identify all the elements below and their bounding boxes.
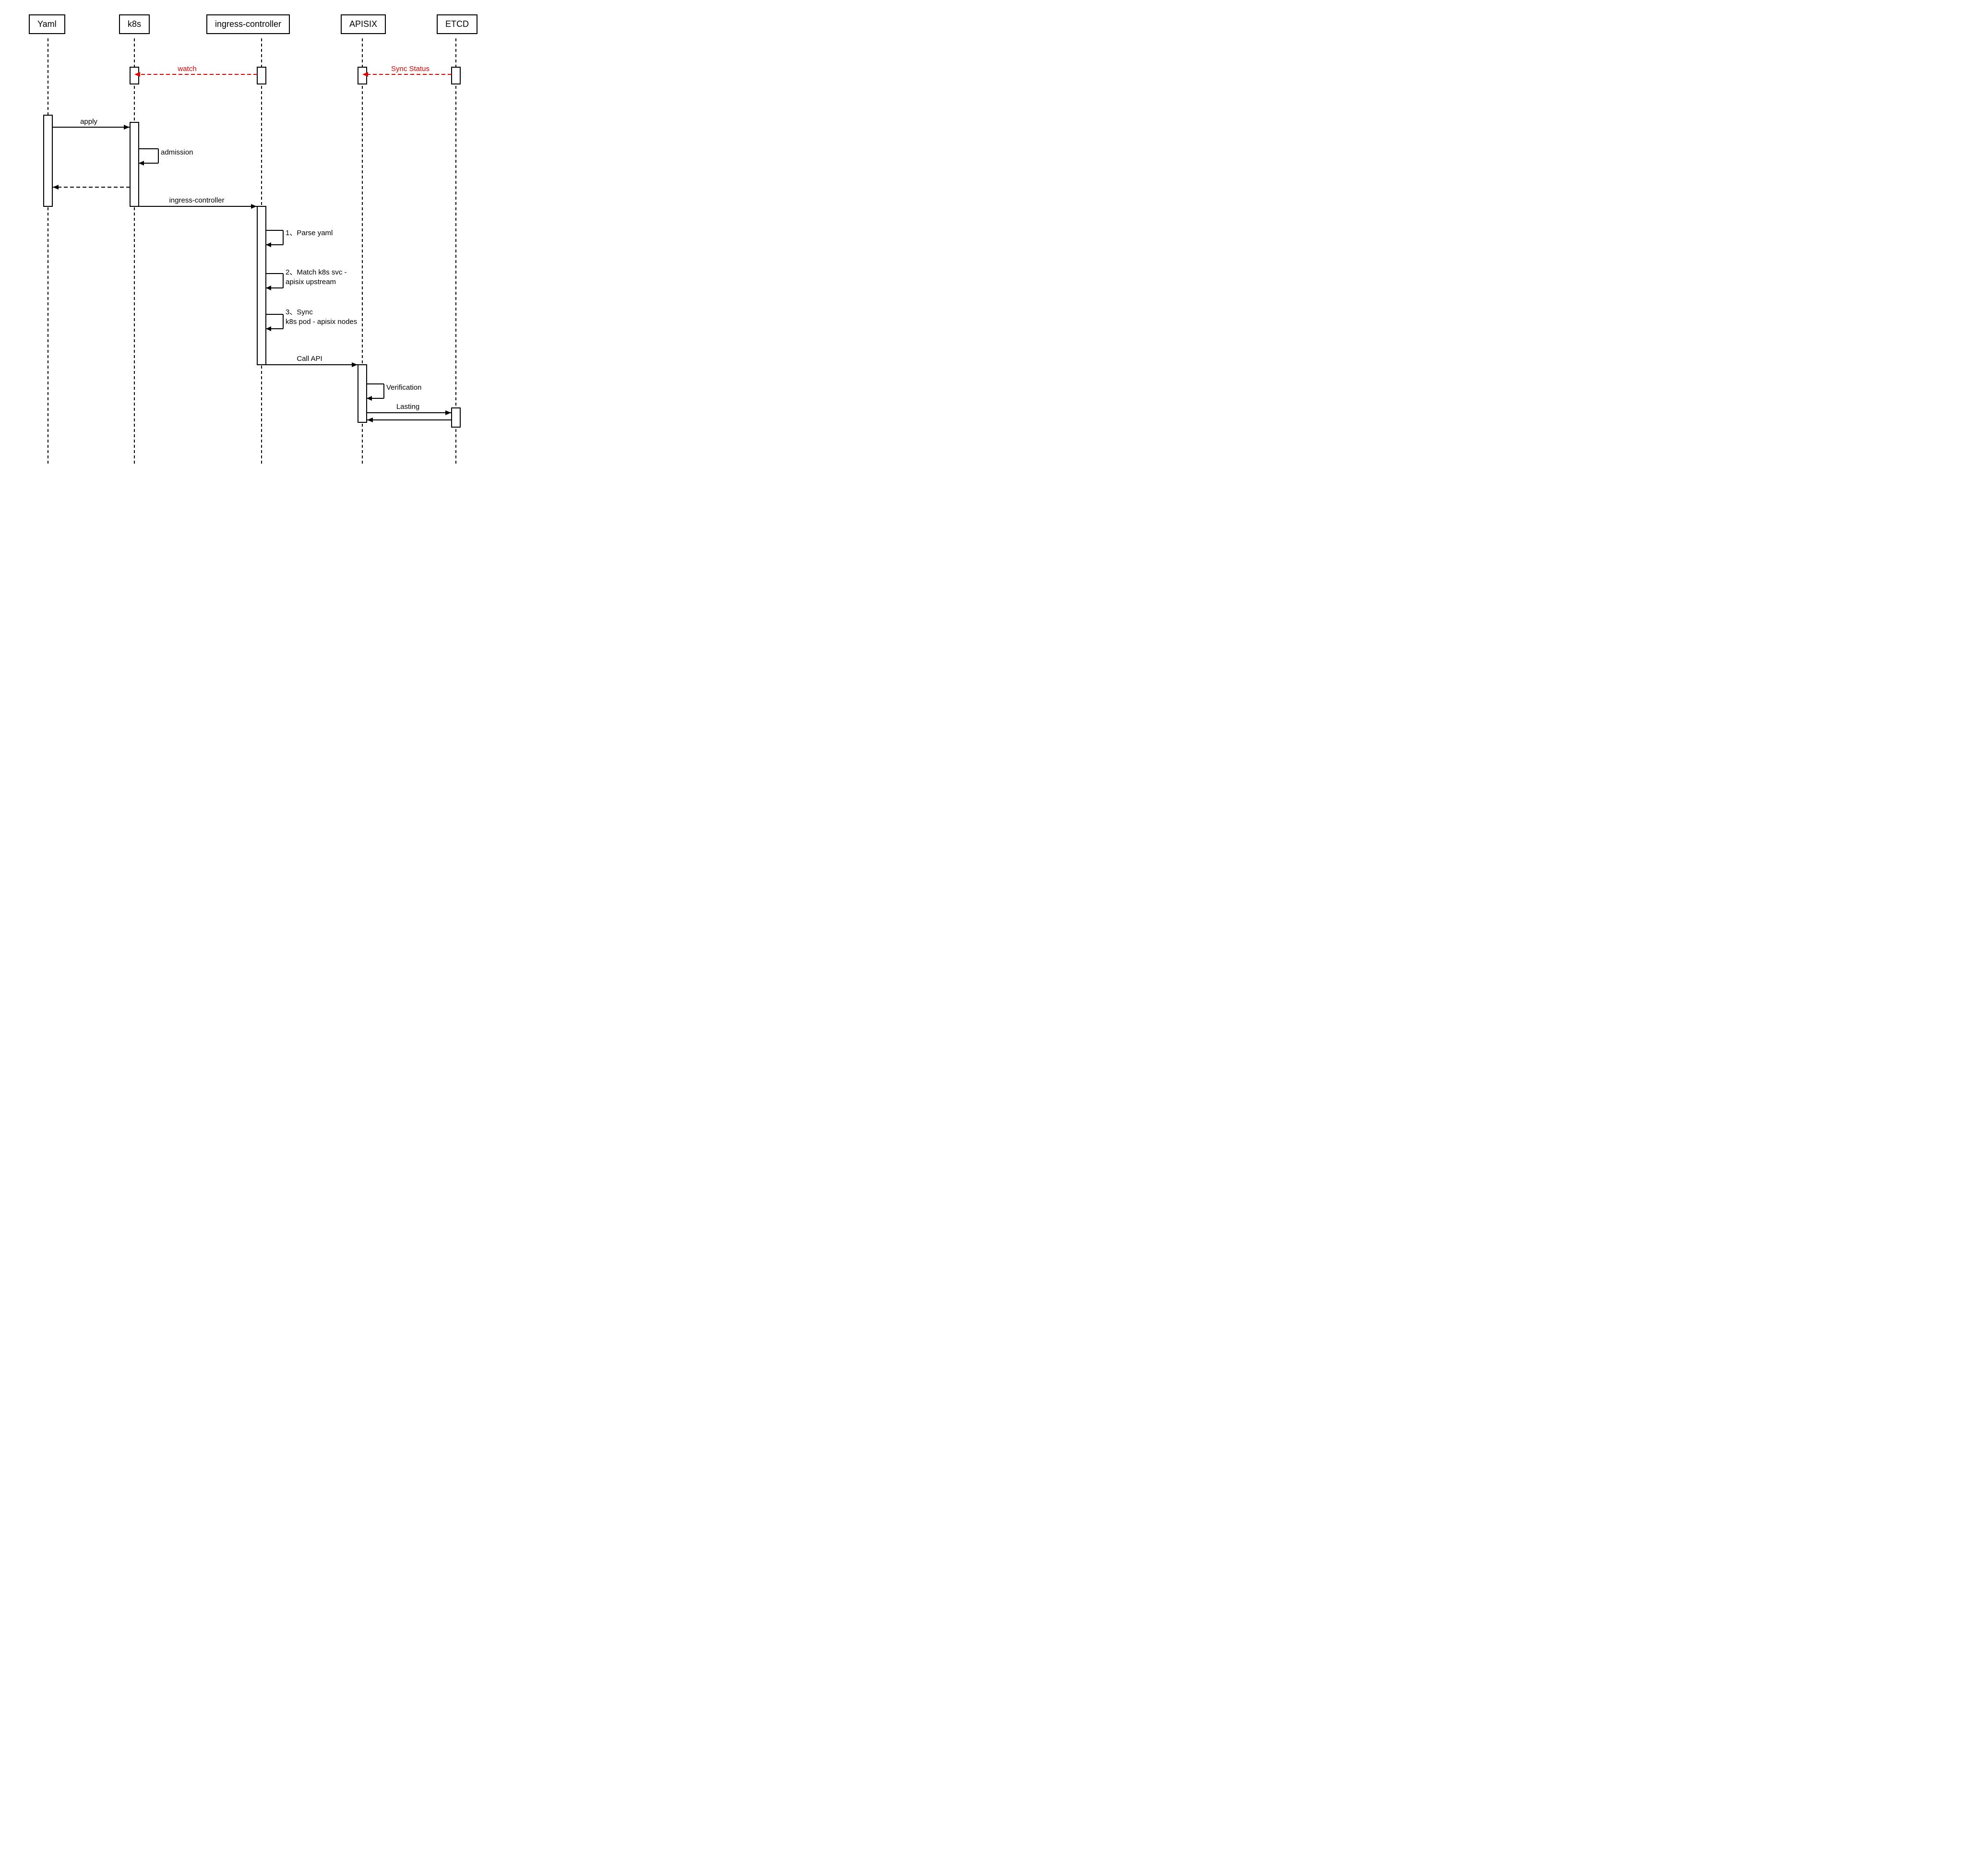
actor-ingress: ingress-controller [206,14,290,34]
sync-label-1: 3、Sync [286,308,313,316]
parse-yaml-label: 1、Parse yaml [286,229,333,237]
apply-label: apply [80,118,97,126]
sequence-diagram: Yaml k8s ingress-controller APISIX ETCD … [0,0,495,469]
actor-k8s-label: k8s [128,19,141,29]
call-api-label: Call API [297,355,322,363]
match-label-1: 2、Match k8s svc - [286,268,347,276]
actor-apisix-label: APISIX [349,19,377,29]
actor-yaml-label: Yaml [37,19,57,29]
lasting-label: Lasting [396,403,419,411]
sync-status-label: Sync Status [391,65,430,73]
actor-yaml: Yaml [29,14,65,34]
watch-label: watch [177,65,196,73]
ingress-controller-label: ingress-controller [169,196,224,204]
admission-label: admission [161,148,193,156]
match-label-2: apisix upstream [286,278,336,286]
actor-etcd: ETCD [437,14,477,34]
actor-ingress-label: ingress-controller [215,19,281,29]
actor-etcd-label: ETCD [445,19,469,29]
diagram-arrows: watch Sync Status apply admission [0,0,495,469]
sync-label-2: k8s pod - apisix nodes [286,318,357,326]
actor-apisix: APISIX [341,14,386,34]
actor-k8s: k8s [119,14,150,34]
verification-label: Verification [386,383,421,392]
